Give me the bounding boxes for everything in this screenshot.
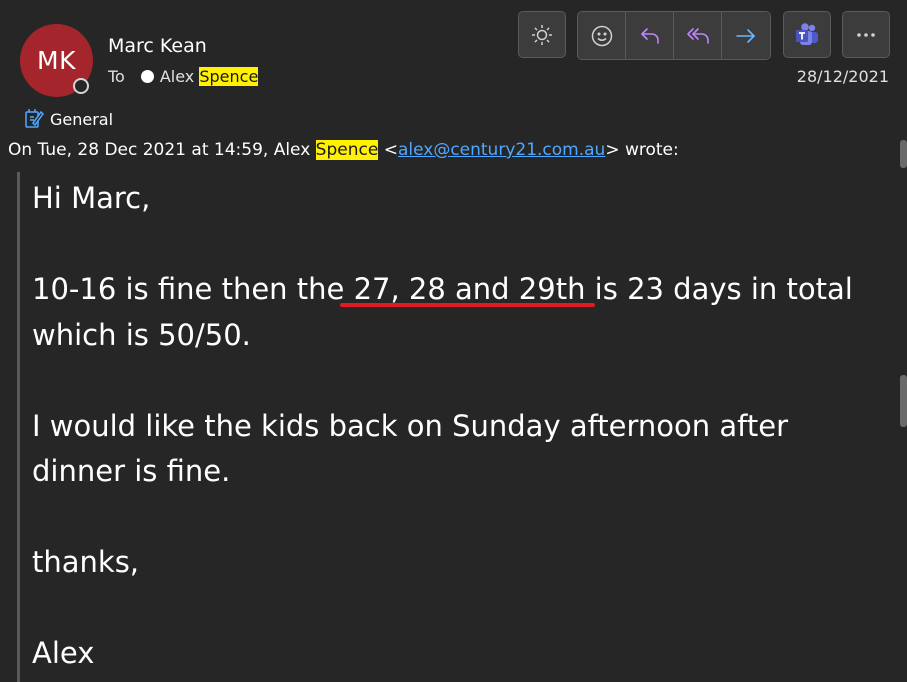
presence-status-icon [73, 78, 89, 94]
category-tag[interactable]: General [24, 108, 113, 130]
forward-icon [736, 28, 755, 43]
more-icon [857, 32, 875, 37]
reply-button[interactable] [626, 12, 674, 59]
recipient-line: To Alex Spence [108, 67, 259, 86]
signature: Alex [32, 636, 95, 670]
emoji-icon [591, 25, 612, 46]
reply-all-icon [686, 27, 709, 44]
email-link[interactable]: alex@century21.com.au [398, 140, 605, 160]
reply-all-button[interactable] [674, 12, 722, 59]
search-highlight: Spence [315, 140, 379, 160]
scrollbar[interactable] [900, 140, 907, 168]
closing: thanks, [32, 545, 140, 579]
emoji-button[interactable] [578, 12, 626, 59]
greeting: Hi Marc, [32, 181, 151, 215]
teams-button[interactable] [783, 11, 831, 58]
recipient-name[interactable]: Alex Spence [160, 67, 259, 86]
category-icon [25, 109, 44, 128]
search-highlight: Spence [199, 67, 259, 86]
message-body[interactable]: Hi Marc, 10-16 is fine then the 27, 28 a… [32, 176, 882, 677]
sender-name[interactable]: Marc Kean [108, 35, 207, 57]
to-label: To [108, 67, 125, 86]
spell-error-underline [340, 303, 595, 307]
recipient-status-icon [140, 70, 154, 83]
teams-icon [796, 22, 818, 45]
body-paragraph: dinner is fine. [32, 454, 231, 488]
scrollbar-thumb[interactable] [900, 375, 907, 427]
quote-bar [17, 172, 20, 682]
body-paragraph: I would like the kids back on Sunday aft… [32, 408, 788, 443]
category-label: General [50, 109, 114, 129]
forward-button[interactable] [722, 12, 770, 59]
brightness-icon [532, 24, 552, 45]
message-date: 28/12/2021 [796, 67, 889, 86]
reply-icon [640, 27, 659, 44]
brightness-button[interactable] [518, 11, 566, 58]
quote-header: On Tue, 28 Dec 2021 at 14:59, Alex Spenc… [8, 140, 679, 160]
body-paragraph: which is 50/50. [32, 317, 251, 352]
more-options-button[interactable] [842, 11, 890, 58]
